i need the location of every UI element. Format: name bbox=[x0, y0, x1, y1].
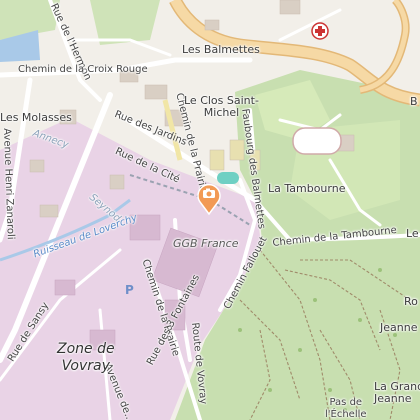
place-label: La Grande Jeanne bbox=[374, 380, 420, 405]
edge-label: B bbox=[410, 95, 418, 108]
place-label: La Tambourne bbox=[268, 182, 346, 195]
parking-label: P bbox=[125, 283, 134, 297]
district-label: Zone de Vovray bbox=[57, 341, 115, 374]
street-label: Chemin de la Croix Rouge bbox=[18, 64, 148, 75]
place-label: Pas de l'Échelle bbox=[325, 397, 367, 420]
place-label: Les Balmettes bbox=[182, 43, 260, 56]
edge-label: Ro bbox=[404, 295, 418, 308]
map-canvas[interactable]: Rue de l'Hermon Les Balmettes Chemin de … bbox=[0, 0, 420, 420]
edge-label: Le bbox=[406, 227, 419, 240]
place-label: Les Molasses bbox=[0, 111, 72, 124]
pharmacy-cross-icon[interactable] bbox=[311, 22, 329, 40]
poi-label: GGB France bbox=[173, 237, 239, 250]
place-label: Jeanne bbox=[380, 321, 418, 334]
location-pin-camera-icon[interactable] bbox=[196, 181, 222, 215]
